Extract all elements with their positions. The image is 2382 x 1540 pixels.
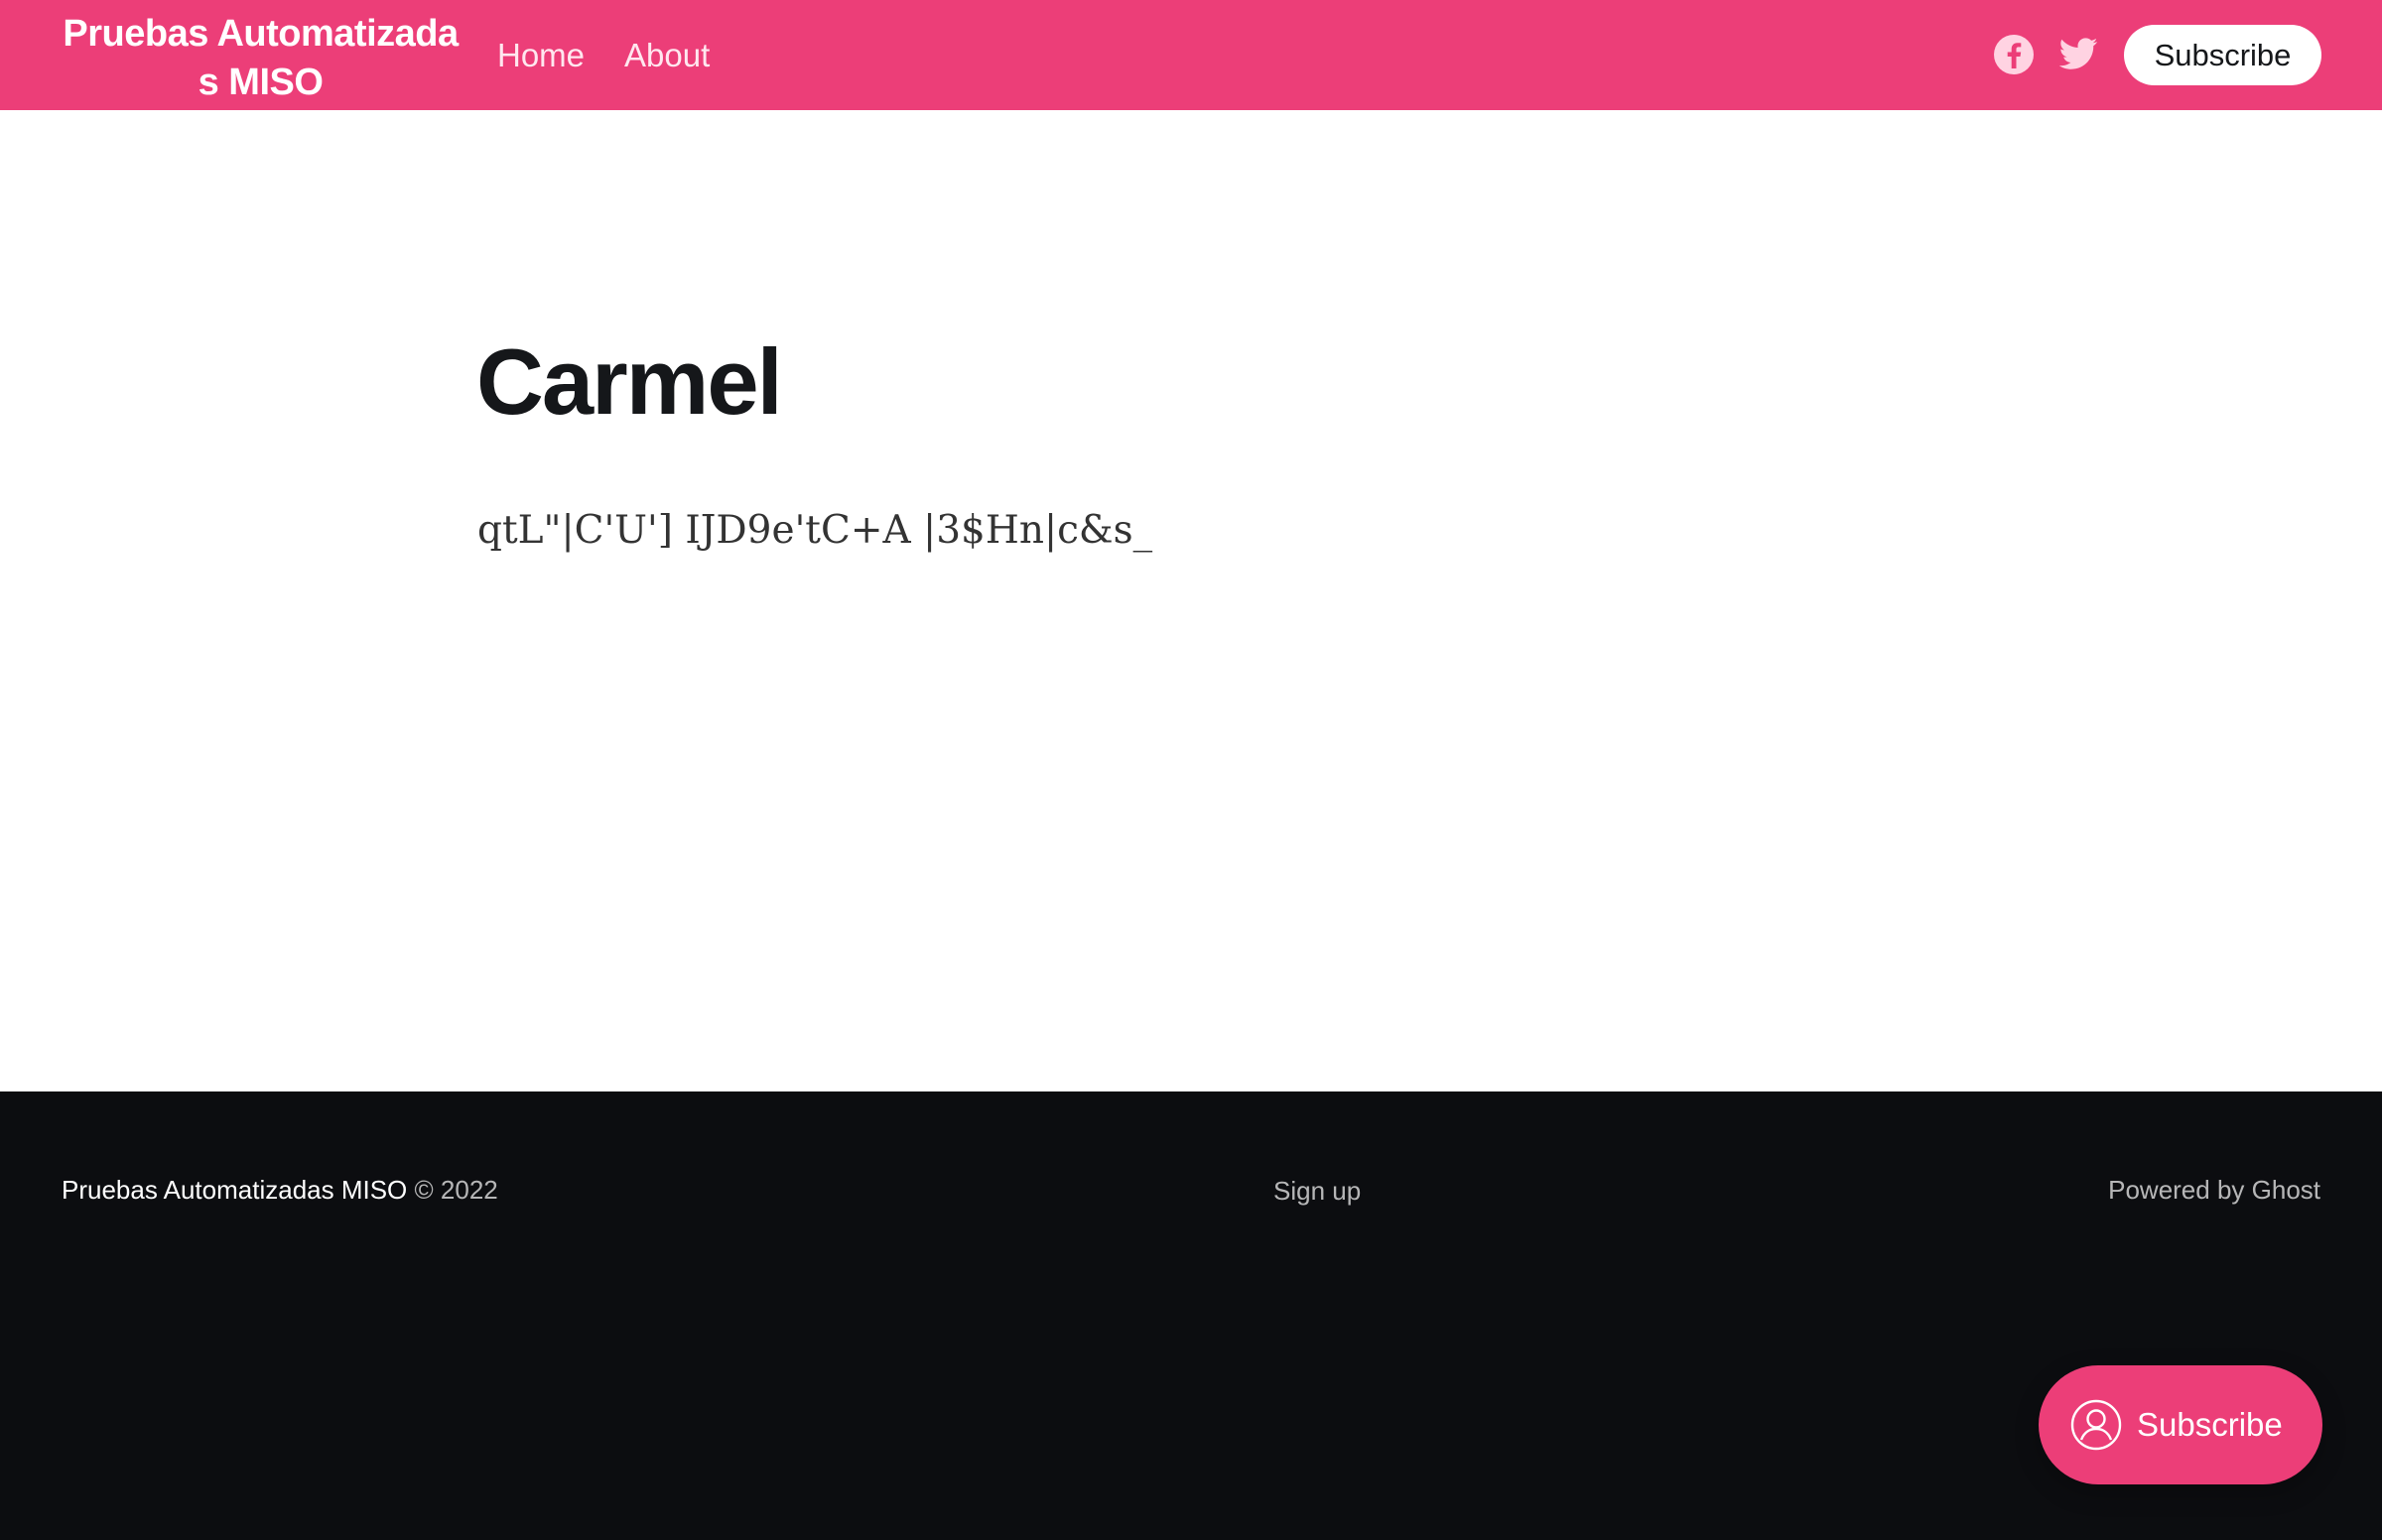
nav-item-home[interactable]: Home [497, 37, 585, 74]
site-header: Pruebas Automatizadas MISO Home About Su… [0, 0, 2382, 110]
site-title[interactable]: Pruebas Automatizadas MISO [60, 10, 462, 107]
nav-item-about[interactable]: About [624, 37, 710, 74]
main-nav: Home About [497, 0, 710, 110]
site-footer: Pruebas Automatizadas MISO © 2022 Sign u… [0, 1091, 2382, 1540]
facebook-icon[interactable] [1993, 34, 2035, 75]
user-circle-icon [2070, 1399, 2122, 1451]
page-body-text: qtL"|C'U'] IJD9e'tC+A |3$Hn|c&s_ [477, 508, 1153, 553]
footer-site-link[interactable]: Pruebas Automatizadas MISO [62, 1175, 407, 1205]
footer-signup-link[interactable]: Sign up [1273, 1176, 1361, 1207]
portal-subscribe-label: Subscribe [2137, 1406, 2283, 1443]
footer-copyright-year: © 2022 [407, 1175, 498, 1205]
portal-subscribe-button[interactable]: Subscribe [2039, 1365, 2322, 1484]
twitter-icon[interactable] [2057, 34, 2099, 75]
page-title: Carmel [476, 329, 783, 434]
footer-powered-by-link[interactable]: Powered by Ghost [2108, 1175, 2320, 1206]
footer-copyright: Pruebas Automatizadas MISO © 2022 [62, 1175, 498, 1206]
subscribe-button[interactable]: Subscribe [2124, 25, 2321, 85]
